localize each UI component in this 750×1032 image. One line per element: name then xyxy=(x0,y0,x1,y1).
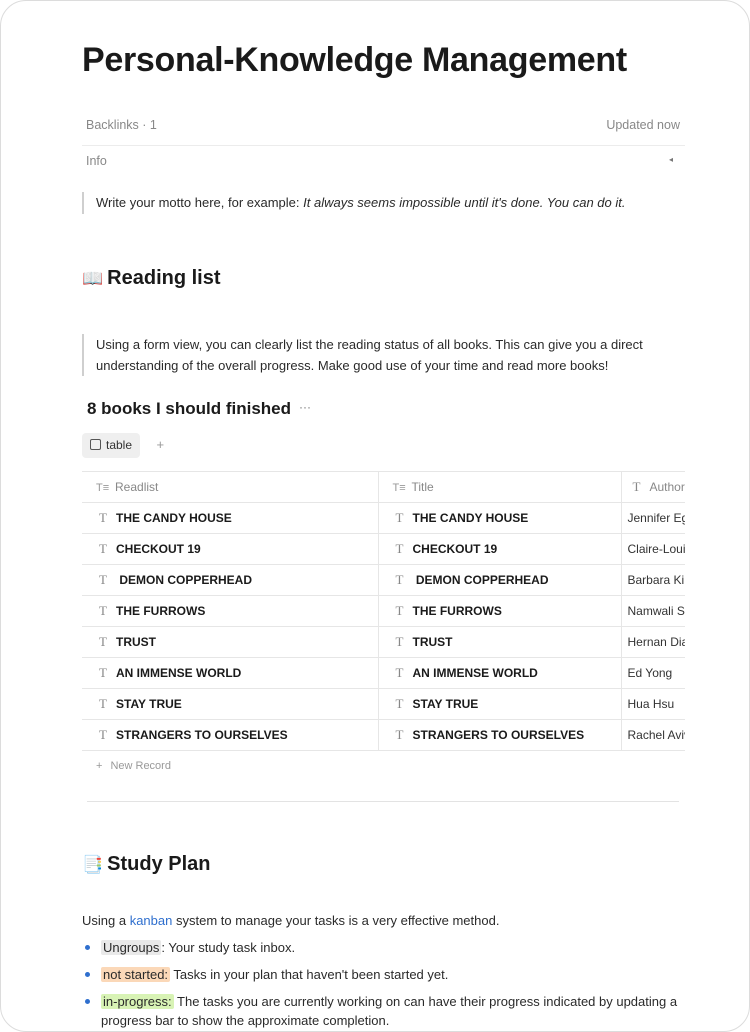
study-status-list: Ungroups: Your study task inbox. not sta… xyxy=(82,938,685,1031)
status-tag: in-progress: xyxy=(101,994,174,1009)
bullet-icon xyxy=(85,972,90,977)
status-tag: Ungroups xyxy=(101,940,162,955)
table-row[interactable]: T DEMON COPPERHEAD T DEMON COPPERHEAD Ba… xyxy=(82,564,685,596)
cell-author[interactable]: Jennifer Eg xyxy=(621,502,685,534)
reading-list-heading-text: Reading list xyxy=(107,267,221,289)
text-type-icon: T xyxy=(99,572,107,587)
cell-author[interactable]: Barbara Kir xyxy=(621,564,685,596)
cell-readlist[interactable]: T TRUST xyxy=(82,626,379,658)
bookmark-tabs-emoji-icon: 📑 xyxy=(82,855,104,874)
tab-table-label: table xyxy=(106,438,133,452)
info-toggle[interactable]: Info ◂ xyxy=(82,145,685,177)
cell-author[interactable]: Namwali Se xyxy=(621,595,685,627)
divider xyxy=(87,801,679,802)
info-label: Info xyxy=(86,154,107,168)
cell-title[interactable]: T TRUST xyxy=(378,626,622,658)
table-row[interactable]: T CHECKOUT 19 T CHECKOUT 19 Claire-Loui xyxy=(82,533,685,565)
table-row[interactable]: TTHE FURROWS TTHE FURROWS Namwali Se xyxy=(82,595,685,627)
text-type-icon: T xyxy=(99,541,107,556)
text-type-icon: T xyxy=(99,665,107,680)
text-type-icon: T xyxy=(395,696,404,711)
page-title[interactable]: Personal-Knowledge Management xyxy=(82,41,627,80)
reading-list-heading[interactable]: 📖 Reading list xyxy=(82,267,221,290)
cell-title[interactable]: T AN IMMENSE WORLD xyxy=(378,657,622,689)
text-type-icon: T xyxy=(395,727,404,742)
cell-readlist[interactable]: T CHECKOUT 19 xyxy=(82,533,379,565)
column-header-title[interactable]: T≡ Title xyxy=(378,472,622,503)
view-tab-bar: table + xyxy=(82,433,164,459)
list-item[interactable]: not started: Tasks in your plan that hav… xyxy=(82,965,685,984)
table-row[interactable]: T TRUST T TRUST Hernan Dia xyxy=(82,626,685,658)
table-row[interactable]: T STRANGERS TO OURSELVES T STRANGERS TO OU… xyxy=(82,719,685,751)
reading-description-quote[interactable]: Using a form view, you can clearly list … xyxy=(82,334,671,376)
cell-readlist[interactable]: T STRANGERS TO OURSELVES xyxy=(82,719,379,751)
cell-author[interactable]: Hua Hsu xyxy=(621,688,685,720)
text-type-icon: T xyxy=(99,510,107,525)
text-type-icon: T xyxy=(395,572,404,587)
list-item[interactable]: in-progress: The tasks you are currently… xyxy=(82,992,685,1030)
new-record-row[interactable]: + New Record xyxy=(82,750,685,776)
cell-title[interactable]: T STAY TRUE xyxy=(378,688,622,720)
motto-example: It always seems impossible until it's do… xyxy=(303,195,626,210)
cell-title[interactable]: T THE CANDY HOUSE xyxy=(378,502,622,534)
table-header-row: T≡ Readlist T≡ Title T Author xyxy=(82,472,685,503)
cell-readlist[interactable]: T AN IMMENSE WORLD xyxy=(82,657,379,689)
cell-title[interactable]: T THE FURROWS xyxy=(378,595,622,627)
study-intro-paragraph: Using a kanban system to manage your tas… xyxy=(82,913,500,928)
text-type-icon: T xyxy=(395,603,404,618)
column-header-readlist[interactable]: T≡ Readlist xyxy=(82,472,379,503)
more-options-icon[interactable]: ··· xyxy=(299,400,311,414)
text-type-icon: T xyxy=(395,665,404,680)
caret-left-icon[interactable]: ◂ xyxy=(669,155,673,164)
meta-row: Backlinks · 1 Updated now xyxy=(82,109,685,146)
text-type-icon: T xyxy=(395,541,404,556)
reading-table: T≡ Readlist T≡ Title T Author T THE CANDY HO… xyxy=(82,471,685,776)
bullet-icon xyxy=(85,945,90,950)
backlinks-link[interactable]: Backlinks · 1 xyxy=(86,118,157,132)
text-type-icon: T xyxy=(395,510,404,525)
text-type-icon: T xyxy=(99,696,107,711)
add-view-button[interactable]: + xyxy=(156,437,164,452)
study-plan-heading[interactable]: 📑 Study Plan xyxy=(82,853,211,876)
cell-readlist[interactable]: T THE CANDY HOUSE xyxy=(82,502,379,534)
cell-author[interactable]: Rachel Aviv xyxy=(621,719,685,751)
cell-readlist[interactable]: T DEMON COPPERHEAD xyxy=(82,564,379,596)
bullet-icon xyxy=(85,999,90,1004)
text-field-icon: T≡ xyxy=(392,482,406,494)
cell-title[interactable]: T CHECKOUT 19 xyxy=(378,533,622,565)
text-type-icon: T xyxy=(632,479,641,494)
cell-readlist[interactable]: T STAY TRUE xyxy=(82,688,379,720)
plus-icon: + xyxy=(96,760,103,772)
kanban-link[interactable]: kanban xyxy=(130,913,173,928)
table-row[interactable]: T AN IMMENSE WORLD T AN IMMENSE WORLD Ed Y… xyxy=(82,657,685,689)
table-row[interactable]: T STAY TRUE T STAY TRUE Hua Hsu xyxy=(82,688,685,720)
table-row[interactable]: T THE CANDY HOUSE T THE CANDY HOUSE Jennif… xyxy=(82,502,685,534)
table-icon xyxy=(90,439,101,450)
motto-quote[interactable]: Write your motto here, for example: It a… xyxy=(82,192,676,214)
motto-prefix: Write your motto here, for example: xyxy=(96,195,304,210)
status-tag: not started: xyxy=(101,967,171,982)
list-item[interactable]: Ungroups: Your study task inbox. xyxy=(82,938,685,957)
text-field-icon: T≡ xyxy=(96,482,110,494)
new-record-button[interactable]: + New Record xyxy=(82,750,685,776)
updated-status: Updated now xyxy=(606,118,680,132)
cell-title[interactable]: T DEMON COPPERHEAD xyxy=(378,564,622,596)
study-plan-heading-text: Study Plan xyxy=(107,853,211,875)
column-header-author[interactable]: T Author xyxy=(621,472,685,503)
text-type-icon: T xyxy=(99,603,107,618)
database-title-text: 8 books I should finished xyxy=(87,399,292,418)
cell-readlist[interactable]: T THE FURROWS xyxy=(82,595,379,627)
text-type-icon: T xyxy=(99,727,107,742)
tab-table[interactable]: table xyxy=(82,433,141,458)
text-type-icon: T xyxy=(99,634,107,649)
document-page: Personal-Knowledge Management Backlinks … xyxy=(0,0,750,1032)
book-emoji-icon: 📖 xyxy=(82,269,104,288)
text-type-icon: T xyxy=(395,634,404,649)
cell-author[interactable]: Ed Yong xyxy=(621,657,685,689)
cell-title[interactable]: T STRANGERS TO OURSELVES xyxy=(378,719,622,751)
cell-author[interactable]: Claire-Loui xyxy=(621,533,685,565)
database-view-title[interactable]: 8 books I should finished ··· xyxy=(87,399,311,419)
cell-author[interactable]: Hernan Dia xyxy=(621,626,685,658)
